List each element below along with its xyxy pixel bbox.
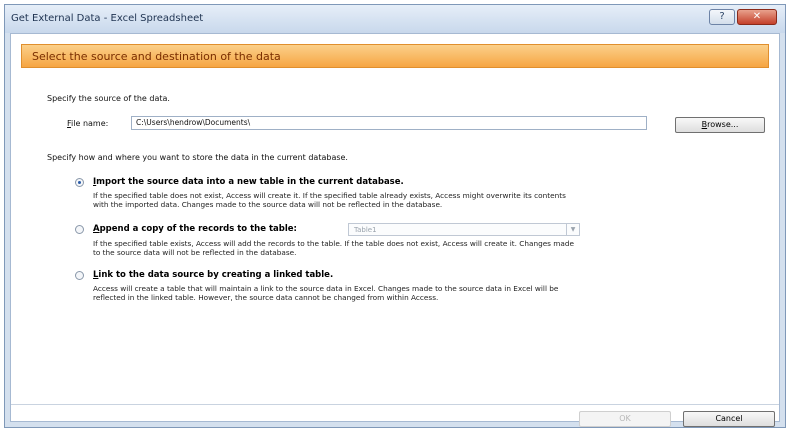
append-radio[interactable] (75, 225, 84, 234)
footer-divider (11, 404, 779, 405)
append-option-accel: A (93, 224, 100, 234)
append-option-label[interactable]: Append a copy of the records to the tabl… (93, 224, 297, 234)
title-bar-buttons: ? ✕ (709, 9, 777, 25)
append-table-select-value: Table1 (354, 226, 377, 234)
append-table-select[interactable]: Table1 ▼ (348, 223, 580, 236)
file-name-label-text: ile name: (71, 119, 109, 128)
close-button[interactable]: ✕ (737, 9, 777, 25)
help-button[interactable]: ? (709, 9, 735, 25)
wizard-header: Select the source and destination of the… (21, 44, 769, 68)
file-name-input[interactable]: C:\Users\hendrow\Documents\ (131, 116, 647, 130)
ok-button[interactable]: OK (579, 411, 671, 427)
dialog-window: Get External Data - Excel Spreadsheet ? … (4, 4, 786, 428)
link-radio[interactable] (75, 271, 84, 280)
browse-button-label: rowse... (707, 120, 739, 129)
link-option-desc-1: Access will create a table that will mai… (93, 284, 559, 293)
storage-prompt: Specify how and where you want to store … (47, 153, 348, 162)
link-option-text: ink to the data source by creating a lin… (98, 270, 334, 280)
dialog-body: Select the source and destination of the… (10, 33, 780, 427)
import-radio[interactable] (75, 178, 84, 187)
append-option-desc-2: to the source data will not be reflected… (93, 248, 297, 257)
window-title: Get External Data - Excel Spreadsheet (11, 13, 204, 24)
cancel-button[interactable]: Cancel (683, 411, 775, 427)
import-option-text: mport the source data into a new table i… (96, 177, 404, 187)
append-option-desc-1: If the specified table exists, Access wi… (93, 239, 575, 248)
wizard-header-title: Select the source and destination of the… (32, 50, 281, 63)
import-option-desc-2: with the imported data. Changes made to … (93, 200, 443, 209)
import-option-label[interactable]: Import the source data into a new table … (93, 177, 404, 187)
source-label: Specify the source of the data. (47, 94, 170, 103)
title-bar[interactable]: Get External Data - Excel Spreadsheet ? … (5, 5, 785, 33)
link-option-label[interactable]: Link to the data source by creating a li… (93, 270, 333, 280)
append-option-text: ppend a copy of the records to the table… (99, 224, 297, 234)
link-option-desc-2: reflected in the linked table. However, … (93, 293, 439, 302)
browse-button[interactable]: Browse... (675, 117, 765, 133)
file-name-label: File name: (67, 119, 108, 128)
chevron-down-icon[interactable]: ▼ (566, 224, 579, 235)
import-option-desc-1: If the specified table does not exist, A… (93, 191, 566, 200)
